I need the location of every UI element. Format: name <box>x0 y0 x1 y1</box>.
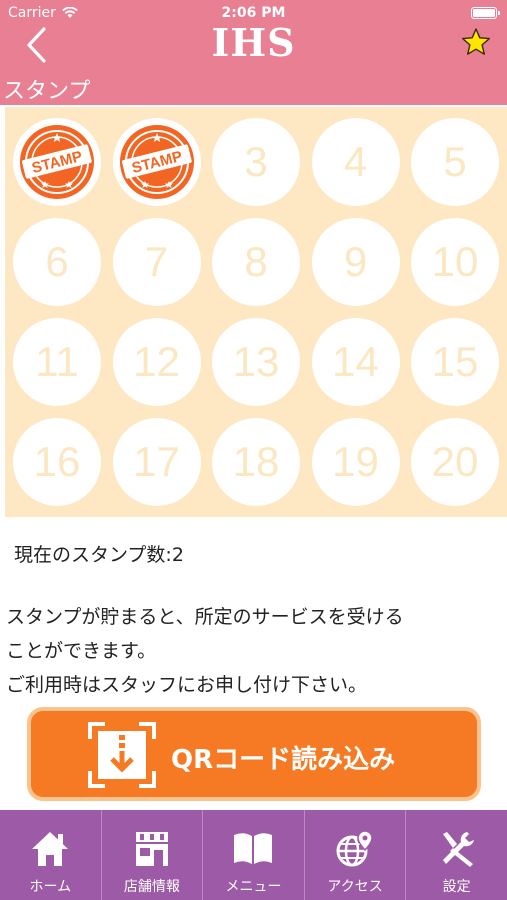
stamp-slot-number: 9 <box>343 238 368 285</box>
qr-scan-icon <box>88 722 156 788</box>
stamp-mark-icon: STAMP <box>20 125 94 199</box>
description-line: スタンプが貯まると、所定のサービスを受ける <box>6 606 404 628</box>
favorite-button[interactable] <box>461 27 491 57</box>
tools-icon <box>442 832 474 867</box>
stamp-slot-stamped: STAMP <box>112 118 201 206</box>
tab-label: 設定 <box>442 879 471 895</box>
tab-store-info[interactable]: 店舗情報 <box>102 810 204 900</box>
stamp-slot-number: 14 <box>332 338 379 385</box>
stamp-slot-number: 17 <box>133 438 180 485</box>
stamp-slot-empty: 4 <box>311 118 400 206</box>
stamp-slot-number: 15 <box>431 338 479 385</box>
qr-scan-button[interactable]: QRコード読み込み <box>27 707 481 801</box>
stamp-slot-number: 16 <box>33 438 81 485</box>
stamp-slot-number: 11 <box>35 338 79 385</box>
stamp-slot-empty: 11 <box>13 318 101 406</box>
stamp-slot-empty: 8 <box>212 218 300 306</box>
home-icon <box>32 832 69 866</box>
stamp-slot-empty: 10 <box>411 218 499 306</box>
tab-settings[interactable]: 設定 <box>406 810 507 900</box>
stamp-slot-empty: 9 <box>311 218 400 306</box>
stamp-slot-empty: 19 <box>311 418 400 506</box>
qr-button-label: QRコード読み込み <box>171 745 396 775</box>
star-icon <box>462 28 490 55</box>
tab-home[interactable]: ホーム <box>0 810 102 900</box>
stamp-slot-number: 6 <box>45 238 69 285</box>
stamp-mark-icon: STAMP <box>119 125 194 199</box>
store-icon <box>135 832 168 866</box>
stamp-slot-number: 3 <box>244 138 268 185</box>
tab-access[interactable]: アクセス <box>305 810 407 900</box>
tab-label: メニュー <box>225 879 282 895</box>
stamp-slot-empty: 13 <box>212 318 300 406</box>
stamp-slot-empty: 17 <box>112 418 201 506</box>
stamp-slot-number: 8 <box>244 238 268 285</box>
stamp-slot-number: 13 <box>232 338 280 385</box>
stamp-slot-empty: 7 <box>112 218 201 306</box>
page-title: スタンプ <box>3 79 91 104</box>
stamp-slot-empty: 15 <box>411 318 499 406</box>
stamp-slot-empty: 18 <box>212 418 300 506</box>
stamp-slot-empty: 20 <box>411 418 499 506</box>
stamp-slot-number: 12 <box>133 338 180 385</box>
stamp-count: 現在のスタンプ数:2 <box>14 544 184 566</box>
stamp-slot-number: 20 <box>431 438 479 485</box>
stamp-slot-number: 5 <box>443 138 467 185</box>
book-icon <box>234 833 273 864</box>
app-logo: IHS <box>211 20 296 65</box>
tab-label: ホーム <box>29 879 72 895</box>
header: Carrier 2:06 PM IHS スタンプ <box>0 0 507 105</box>
stamp-slot-empty: 14 <box>311 318 400 406</box>
tab-menu[interactable]: メニュー <box>203 810 305 900</box>
stamp-slot-number: 18 <box>232 438 280 485</box>
description-line: ことができます。 <box>6 640 157 662</box>
stamp-slot-empty: 16 <box>13 418 101 506</box>
stamp-description: スタンプが貯まると、所定のサービスを受ける ことができます。 ご利用時はスタッフ… <box>6 600 404 702</box>
globe-pin-icon <box>336 830 373 867</box>
tab-label: アクセス <box>327 879 383 895</box>
tab-label: 店舗情報 <box>123 879 180 895</box>
description-line: ご利用時はスタッフにお申し付け下さい。 <box>6 674 368 696</box>
stamp-card: STAMP STAMP 3 4 5 6 7 8 9 10 11 12 13 14 15 16 17 18 19 20 <box>5 107 507 517</box>
stamp-slot-number: 4 <box>343 138 368 185</box>
stamp-slot-number: 7 <box>144 238 169 285</box>
stamp-slot-stamped: STAMP <box>13 118 101 206</box>
stamp-slot-empty: 5 <box>411 118 499 206</box>
stamp-slot-number: 10 <box>431 238 479 285</box>
stamp-slot-empty: 6 <box>13 218 101 306</box>
battery-icon <box>471 7 500 19</box>
stamp-slot-number: 19 <box>332 438 379 485</box>
stamp-slot-empty: 3 <box>212 118 300 206</box>
stamp-slot-empty: 12 <box>112 318 201 406</box>
tab-bar: ホーム 店舗情報 メニュー アクセス 設定 <box>0 810 507 900</box>
status-time: 2:06 PM <box>221 5 286 21</box>
